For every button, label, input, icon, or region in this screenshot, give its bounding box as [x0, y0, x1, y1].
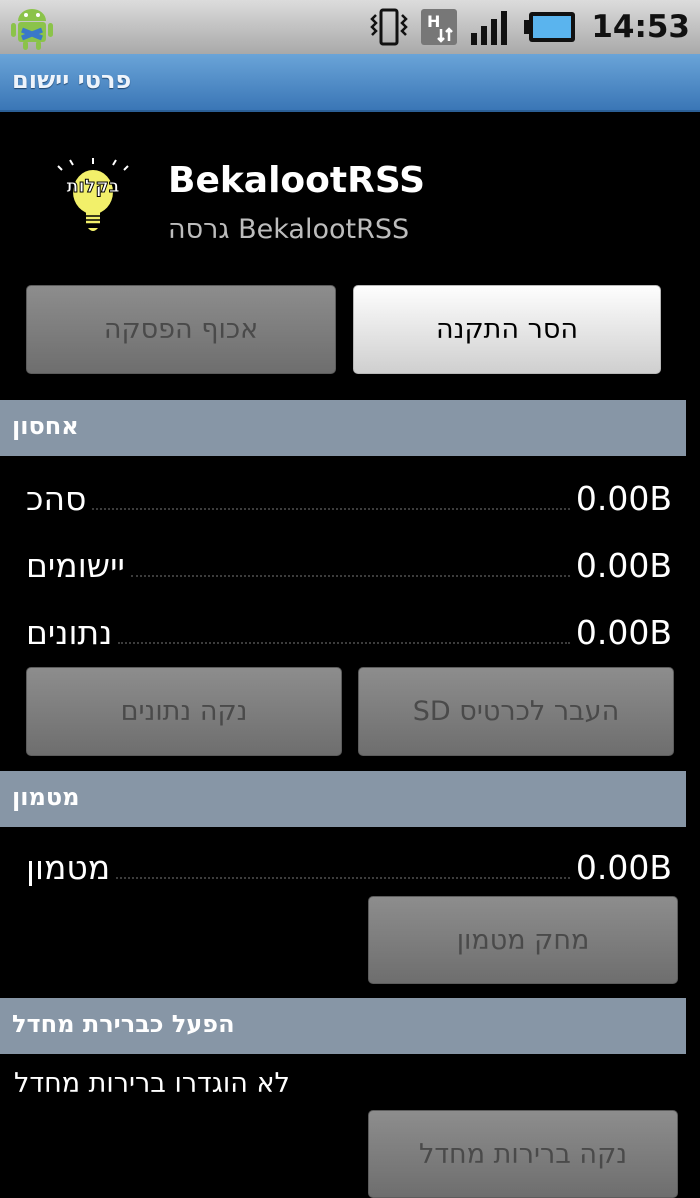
storage-total-value: 0.00B — [575, 479, 672, 518]
hsdpa-icon: H — [421, 9, 458, 45]
app-version: גרסה BekalootRSS — [168, 214, 410, 245]
app-name: BekalootRSS — [168, 160, 426, 201]
storage-apps-value: 0.00B — [575, 546, 672, 585]
storage-data-label: נתונים — [26, 613, 113, 652]
clock: 14:53 — [591, 9, 690, 45]
svg-text:H: H — [427, 12, 440, 31]
vibrate-icon — [370, 8, 409, 46]
cache-row: מטמון 0.00B — [26, 843, 672, 887]
move-to-sd-button[interactable]: העבר לכרטיס SD — [358, 667, 674, 756]
dotted-leader — [92, 508, 570, 510]
no-defaults-note: לא הוגדרו ברירות מחדל — [14, 1068, 290, 1099]
storage-total-label: סהכ — [26, 479, 87, 518]
android-debug-icon — [11, 9, 53, 50]
clear-cache-button[interactable]: מחק מטמון — [368, 896, 678, 984]
clear-defaults-button[interactable]: נקה ברירות מחדל — [368, 1110, 678, 1198]
cache-label: מטמון — [26, 848, 111, 887]
cache-value: 0.00B — [575, 848, 672, 887]
launch-default-section-header: הפעל כברירת מחדל — [0, 998, 686, 1054]
storage-row-apps: יישומים 0.00B — [26, 541, 672, 585]
app-logo-text: בקלות — [66, 176, 120, 197]
signal-icon — [471, 11, 508, 45]
uninstall-button[interactable]: הסר התקנה — [353, 285, 661, 374]
cache-section-header: מטמון — [0, 771, 686, 827]
cache-header-label: מטמון — [12, 783, 80, 811]
launch-default-header-label: הפעל כברירת מחדל — [12, 1010, 235, 1038]
status-icons: H 14:53 — [369, 0, 690, 54]
clear-data-button[interactable]: נקה נתונים — [26, 667, 342, 756]
app-logo: בקלות — [57, 158, 129, 231]
title-bar: פרטי יישום — [0, 54, 700, 112]
dotted-leader — [116, 877, 570, 879]
battery-icon — [524, 12, 576, 42]
storage-row-data: נתונים 0.00B — [26, 608, 672, 652]
storage-data-value: 0.00B — [575, 613, 672, 652]
force-stop-button[interactable]: אכוף הפסקה — [26, 285, 336, 374]
storage-apps-label: יישומים — [26, 546, 125, 585]
status-bar: H 14:53 — [0, 0, 700, 54]
storage-row-total: סהכ 0.00B — [26, 474, 672, 518]
page-title: פרטי יישום — [12, 66, 132, 94]
storage-header-label: אחסון — [12, 412, 79, 440]
dotted-leader — [130, 575, 570, 577]
dotted-leader — [118, 642, 570, 644]
storage-section-header: אחסון — [0, 400, 686, 456]
